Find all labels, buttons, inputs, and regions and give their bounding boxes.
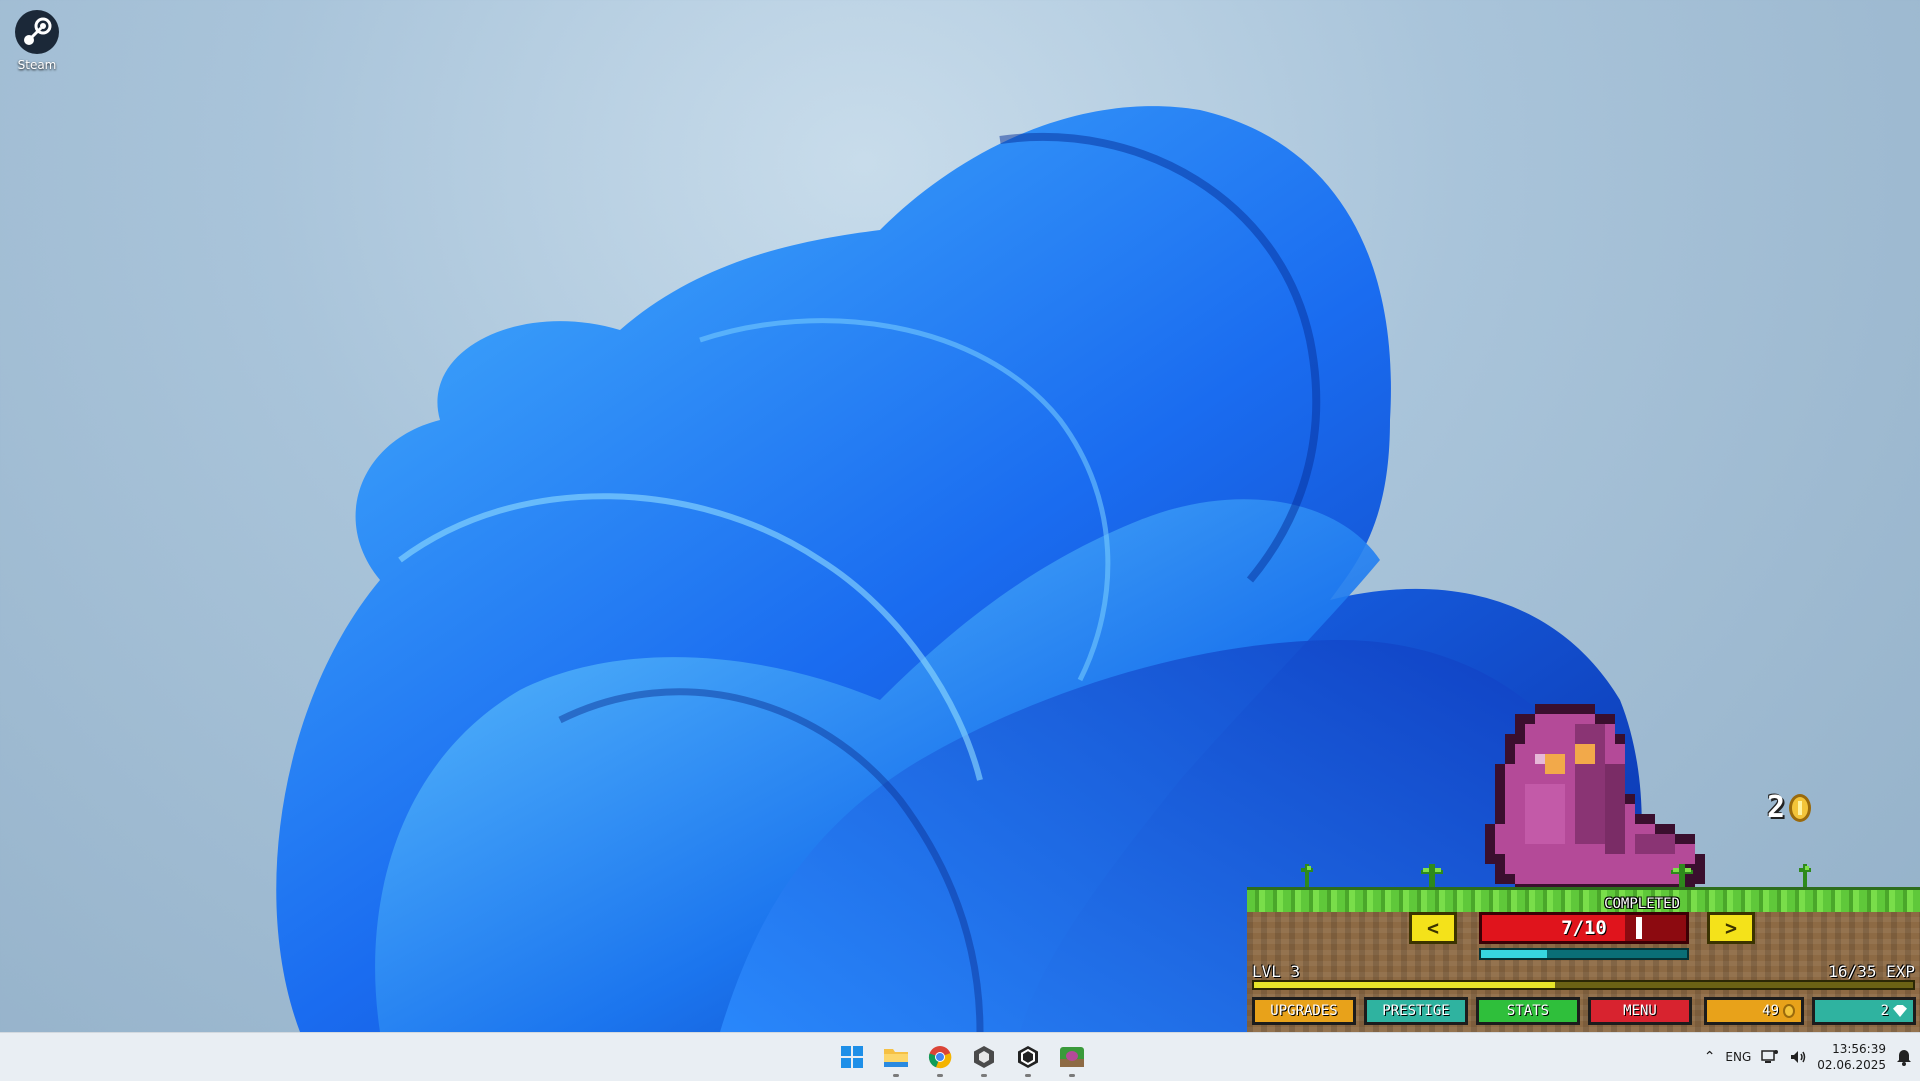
stage-status-label: COMPLETED [1604, 896, 1680, 912]
taskbar-game[interactable] [1052, 1033, 1092, 1081]
gems-value: 2 [1880, 1003, 1889, 1019]
running-indicator [1069, 1074, 1075, 1077]
sprout-icon [1799, 864, 1811, 890]
gems-counter[interactable]: 2 [1812, 997, 1916, 1025]
network-icon[interactable] [1761, 1049, 1779, 1065]
notification-icon[interactable] [1896, 1048, 1912, 1066]
reward-amount: 2 [1767, 790, 1786, 825]
taskbar-file-explorer[interactable] [876, 1033, 916, 1081]
coin-icon [1783, 1004, 1795, 1018]
exp-bar-fill [1254, 982, 1556, 988]
chevron-right-icon: > [1724, 916, 1738, 940]
taskbar-apps [832, 1033, 1092, 1081]
prev-stage-button[interactable]: < [1409, 912, 1457, 944]
chrome-icon [928, 1046, 952, 1069]
stage-timer-bar [1479, 948, 1689, 960]
exp-label: 16/35 EXP [1828, 962, 1915, 981]
coin-icon [1789, 793, 1812, 822]
coins-counter[interactable]: 49 [1704, 997, 1804, 1025]
steam-icon [13, 8, 61, 56]
prestige-button[interactable]: PRESTIGE [1364, 997, 1468, 1025]
unity-icon [1018, 1046, 1038, 1068]
menu-button[interactable]: MENU [1588, 997, 1692, 1025]
exp-bar [1252, 980, 1915, 990]
stage-timer-fill [1481, 950, 1547, 958]
desktop-icon-steam[interactable]: Steam [8, 8, 66, 72]
running-indicator [981, 1074, 987, 1077]
start-icon [841, 1046, 863, 1068]
file-explorer-icon [884, 1049, 908, 1067]
volume-icon[interactable] [1789, 1049, 1807, 1065]
game-window: 2 COMPLETED < 7/10 > LVL 3 16/35 EXP UPG… [1247, 700, 1920, 1032]
coins-value: 49 [1762, 1003, 1779, 1019]
taskbar-unity[interactable] [1008, 1033, 1048, 1081]
clock-time: 13:56:39 [1832, 1042, 1886, 1056]
upgrades-button[interactable]: UPGRADES [1252, 997, 1356, 1025]
next-stage-button[interactable]: > [1707, 912, 1755, 944]
sprout-icon [1671, 864, 1693, 890]
taskbar-chrome[interactable] [920, 1033, 960, 1081]
chevron-up-icon[interactable]: ⌃ [1704, 1049, 1716, 1065]
desktop-icon-label: Steam [17, 58, 57, 72]
language-indicator[interactable]: ENG [1725, 1050, 1751, 1064]
enemy-health-text: 7/10 [1561, 917, 1607, 939]
gem-icon [1893, 1005, 1907, 1017]
running-indicator [1025, 1074, 1031, 1077]
clock-date: 02.06.2025 [1817, 1058, 1886, 1072]
stats-button[interactable]: STATS [1476, 997, 1580, 1025]
ground-grass [1247, 887, 1920, 912]
sprout-icon [1421, 864, 1443, 890]
start-button[interactable] [832, 1033, 872, 1081]
running-indicator [893, 1074, 899, 1077]
taskbar: ⌃ ENG 13:56:39 02.06.2025 [0, 1032, 1920, 1081]
coin-reward-popup: 2 [1767, 790, 1812, 825]
unity-hub-icon [974, 1046, 994, 1068]
taskbar-unity-hub[interactable] [964, 1033, 1004, 1081]
system-tray: ⌃ ENG 13:56:39 02.06.2025 [1704, 1033, 1912, 1081]
chevron-left-icon: < [1426, 916, 1440, 940]
running-indicator [937, 1074, 943, 1077]
enemy-health-bar: 7/10 [1479, 912, 1689, 944]
game-icon [1060, 1047, 1084, 1067]
sprout-icon [1301, 864, 1313, 890]
taskbar-clock[interactable]: 13:56:39 02.06.2025 [1817, 1041, 1886, 1073]
level-label: LVL 3 [1252, 962, 1301, 981]
